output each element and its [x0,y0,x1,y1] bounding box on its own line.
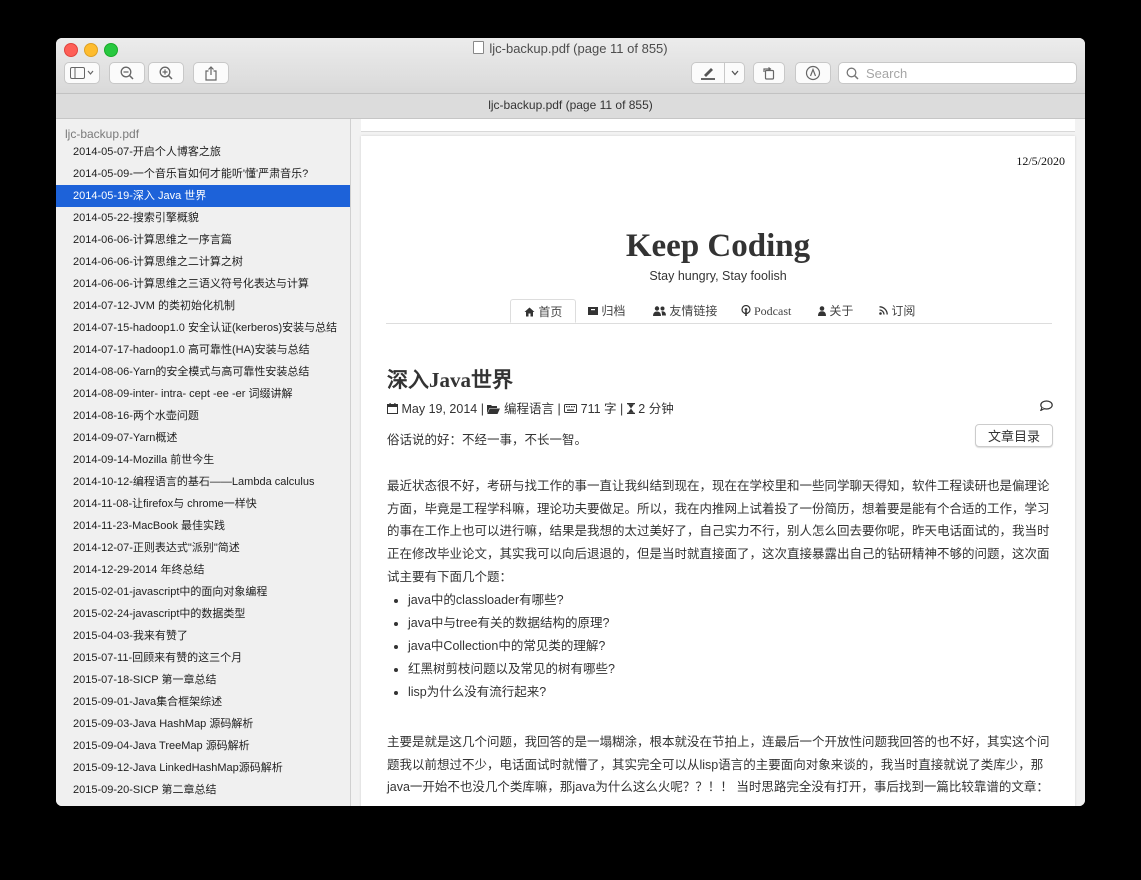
question-list: java中的classloader有哪些? java中与tree有关的数据结构的… [387,589,1008,704]
sidebar-file-name[interactable]: ljc-backup.pdf [56,119,350,141]
blog-subtitle: Stay hungry, Stay foolish [649,269,787,283]
share-button[interactable] [193,62,229,84]
zoom-out-icon [120,66,134,80]
post-category[interactable]: 编程语言 [504,402,554,416]
highlighter-icon [701,68,715,80]
list-item: java中Collection中的常见类的理解? [408,635,1008,658]
sidebar-outline-item[interactable]: 2014-07-12-JVM 的类初始化机制 [56,295,350,317]
preview-window: ljc-backup.pdf (page 11 of 855) Search l… [56,38,1085,806]
title-bar: ljc-backup.pdf (page 11 of 855) [56,38,1085,94]
markup-pen-icon [805,65,821,81]
sidebar-icon [70,67,94,79]
sidebar-outline-item[interactable]: 2014-11-23-MacBook 最佳实践 [56,515,350,537]
zoom-in-button[interactable] [148,62,184,84]
sidebar-outline-item[interactable]: 2015-09-12-Java LinkedHashMap源码解析 [56,757,350,779]
highlight-options-dropdown[interactable] [725,62,745,84]
sidebar-outline-item[interactable]: 2014-12-29-2014 年终总结 [56,559,350,581]
sidebar-outline-item[interactable]: 2014-07-15-hadoop1.0 安全认证(kerberos)安装与总结 [56,317,350,339]
meta-separator: | [620,402,624,416]
sidebar-outline-item[interactable]: 2014-08-09-inter- intra- cept -ee -er 词缀… [56,383,350,405]
comment-icon[interactable] [1040,400,1053,411]
list-item: 红黑树剪枝问题以及常见的树有哪些? [408,658,1008,681]
list-item: java中与tree有关的数据结构的原理? [408,612,1008,635]
archive-icon [588,307,598,315]
sidebar-outline-item[interactable]: 2015-09-20-SICP 第二章总结 [56,779,350,801]
users-icon [653,306,666,316]
sidebar-outline-item[interactable]: 2014-05-19-深入 Java 世界 [56,185,350,207]
nav-about[interactable]: 关于 [818,299,853,323]
folder-open-icon [487,405,501,414]
sidebar-toggle-button[interactable] [64,62,100,84]
nav-links[interactable]: 友情链接 [653,299,717,323]
search-field[interactable] [838,62,1077,84]
post-meta: May 19, 2014 | 编程语言 | 711 字 | 2 分钟 [387,398,674,417]
sidebar-outline-item[interactable]: 2014-12-07-正则表达式"派别"简述 [56,537,350,559]
post-title: 深入Java世界 [387,368,513,392]
previous-page-edge [361,119,1075,132]
search-icon [846,67,859,80]
sidebar-outline-item[interactable]: 2014-10-12-编程语言的基石——Lambda calculus [56,471,350,493]
sidebar-outline-item[interactable]: 2015-07-18-SICP 第一章总结 [56,669,350,691]
sidebar-outline-item[interactable]: 2015-02-24-javascript中的数据类型 [56,603,350,625]
post-word-count: 711 字 [580,402,617,416]
nav-home[interactable]: 首页 [510,299,577,323]
sidebar-outline-item[interactable]: 2014-06-06-计算思维之二计算之树 [56,251,350,273]
sidebar-outline-item[interactable]: 2014-05-22-搜索引擎概貌 [56,207,350,229]
pdf-page: 12/5/2020 Keep Coding Stay hungry, Stay … [361,136,1075,806]
pdf-document-icon [473,41,485,54]
list-item: java中的classloader有哪些? [408,589,1008,612]
zoom-in-icon [159,66,173,80]
post-read-time: 2 分钟 [638,402,674,416]
post-date: May 19, 2014 [401,402,478,416]
sidebar-outline-item[interactable]: 2014-06-06-计算思维之一序言篇 [56,229,350,251]
sidebar-outline: ljc-backup.pdf 2014-05-07-开启个人博客之旅 2014-0… [56,119,351,806]
print-date: 12/5/2020 [1016,154,1065,168]
meta-separator: | [557,402,561,416]
zoom-out-button[interactable] [109,62,145,84]
post-paragraph-2: 主要是就是这几个问题，我回答的是一塌糊涂，根本就没在节拍上，连最后一个开放性问题… [387,735,1050,795]
sidebar-outline-item[interactable]: 2014-05-09-一个音乐盲如何才能听'懂'严肃音乐? [56,163,350,185]
sidebar-outline-item[interactable]: 2015-07-11-回顾来有赞的这三个月 [56,647,350,669]
hourglass-icon [626,403,635,414]
chevron-down-icon [731,70,738,76]
nav-archive[interactable]: 归档 [588,299,625,323]
meta-separator: | [480,402,484,416]
calendar-icon [387,403,398,414]
sidebar-outline-item[interactable]: 2014-11-08-让firefox与 chrome一样快 [56,493,350,515]
markup-toolbar-button[interactable] [795,62,831,84]
rotate-button[interactable] [753,62,785,84]
sidebar-outline-item[interactable]: 2014-09-07-Yarn概述 [56,427,350,449]
home-icon [524,307,535,317]
user-icon [818,306,826,316]
rss-icon [879,306,888,315]
outline-list: 2014-05-07-开启个人博客之旅 2014-05-09-一个音乐盲如何才能听… [56,141,350,801]
blog-nav: 首页 归档 友情链接 Podcast 关于 订阅 [386,299,1052,324]
sidebar-outline-item[interactable]: 2015-09-01-Java集合框架综述 [56,691,350,713]
nav-rss[interactable]: 订阅 [879,299,915,323]
sidebar-outline-item[interactable]: 2015-09-03-Java HashMap 源码解析 [56,713,350,735]
nav-podcast[interactable]: Podcast [741,299,791,323]
window-title: ljc-backup.pdf (page 11 of 855) [56,41,1085,56]
sidebar-outline-item[interactable]: 2015-04-03-我来有赞了 [56,625,350,647]
document-title-bar: ljc-backup.pdf (page 11 of 855) [56,94,1085,119]
sidebar-outline-item[interactable]: 2015-02-01-javascript中的面向对象编程 [56,581,350,603]
keyboard-icon [564,404,578,413]
rotate-icon [763,67,775,80]
sidebar-outline-item[interactable]: 2014-08-16-两个水壶问题 [56,405,350,427]
sidebar-outline-item[interactable]: 2014-05-07-开启个人博客之旅 [56,141,350,163]
post-paragraph-1: 最近状态很不好，考研与找工作的事一直让我纠结到现在，现在在学校里和一些同学聊天得… [387,479,1050,584]
document-view[interactable]: 12/5/2020 Keep Coding Stay hungry, Stay … [351,119,1085,806]
share-icon [205,65,217,81]
podcast-icon [741,304,751,316]
sidebar-outline-item[interactable]: 2014-06-06-计算思维之三语义符号化表达与计算 [56,273,350,295]
sidebar-outline-item[interactable]: 2014-09-14-Mozilla 前世今生 [56,449,350,471]
sidebar-outline-item[interactable]: 2014-07-17-hadoop1.0 高可靠性(HA)安装与总结 [56,339,350,361]
list-item: lisp为什么没有流行起来? [408,681,1008,704]
post-intro: 俗话说的好：不经一事，不长一智。 [387,433,588,447]
sidebar-outline-item[interactable]: 2014-08-06-Yarn的安全模式与高可靠性安装总结 [56,361,350,383]
blog-title: Keep Coding [625,228,811,264]
sidebar-outline-item[interactable]: 2015-09-04-Java TreeMap 源码解析 [56,735,350,757]
markup-highlight-button[interactable] [691,62,725,84]
search-input[interactable] [864,64,1068,82]
